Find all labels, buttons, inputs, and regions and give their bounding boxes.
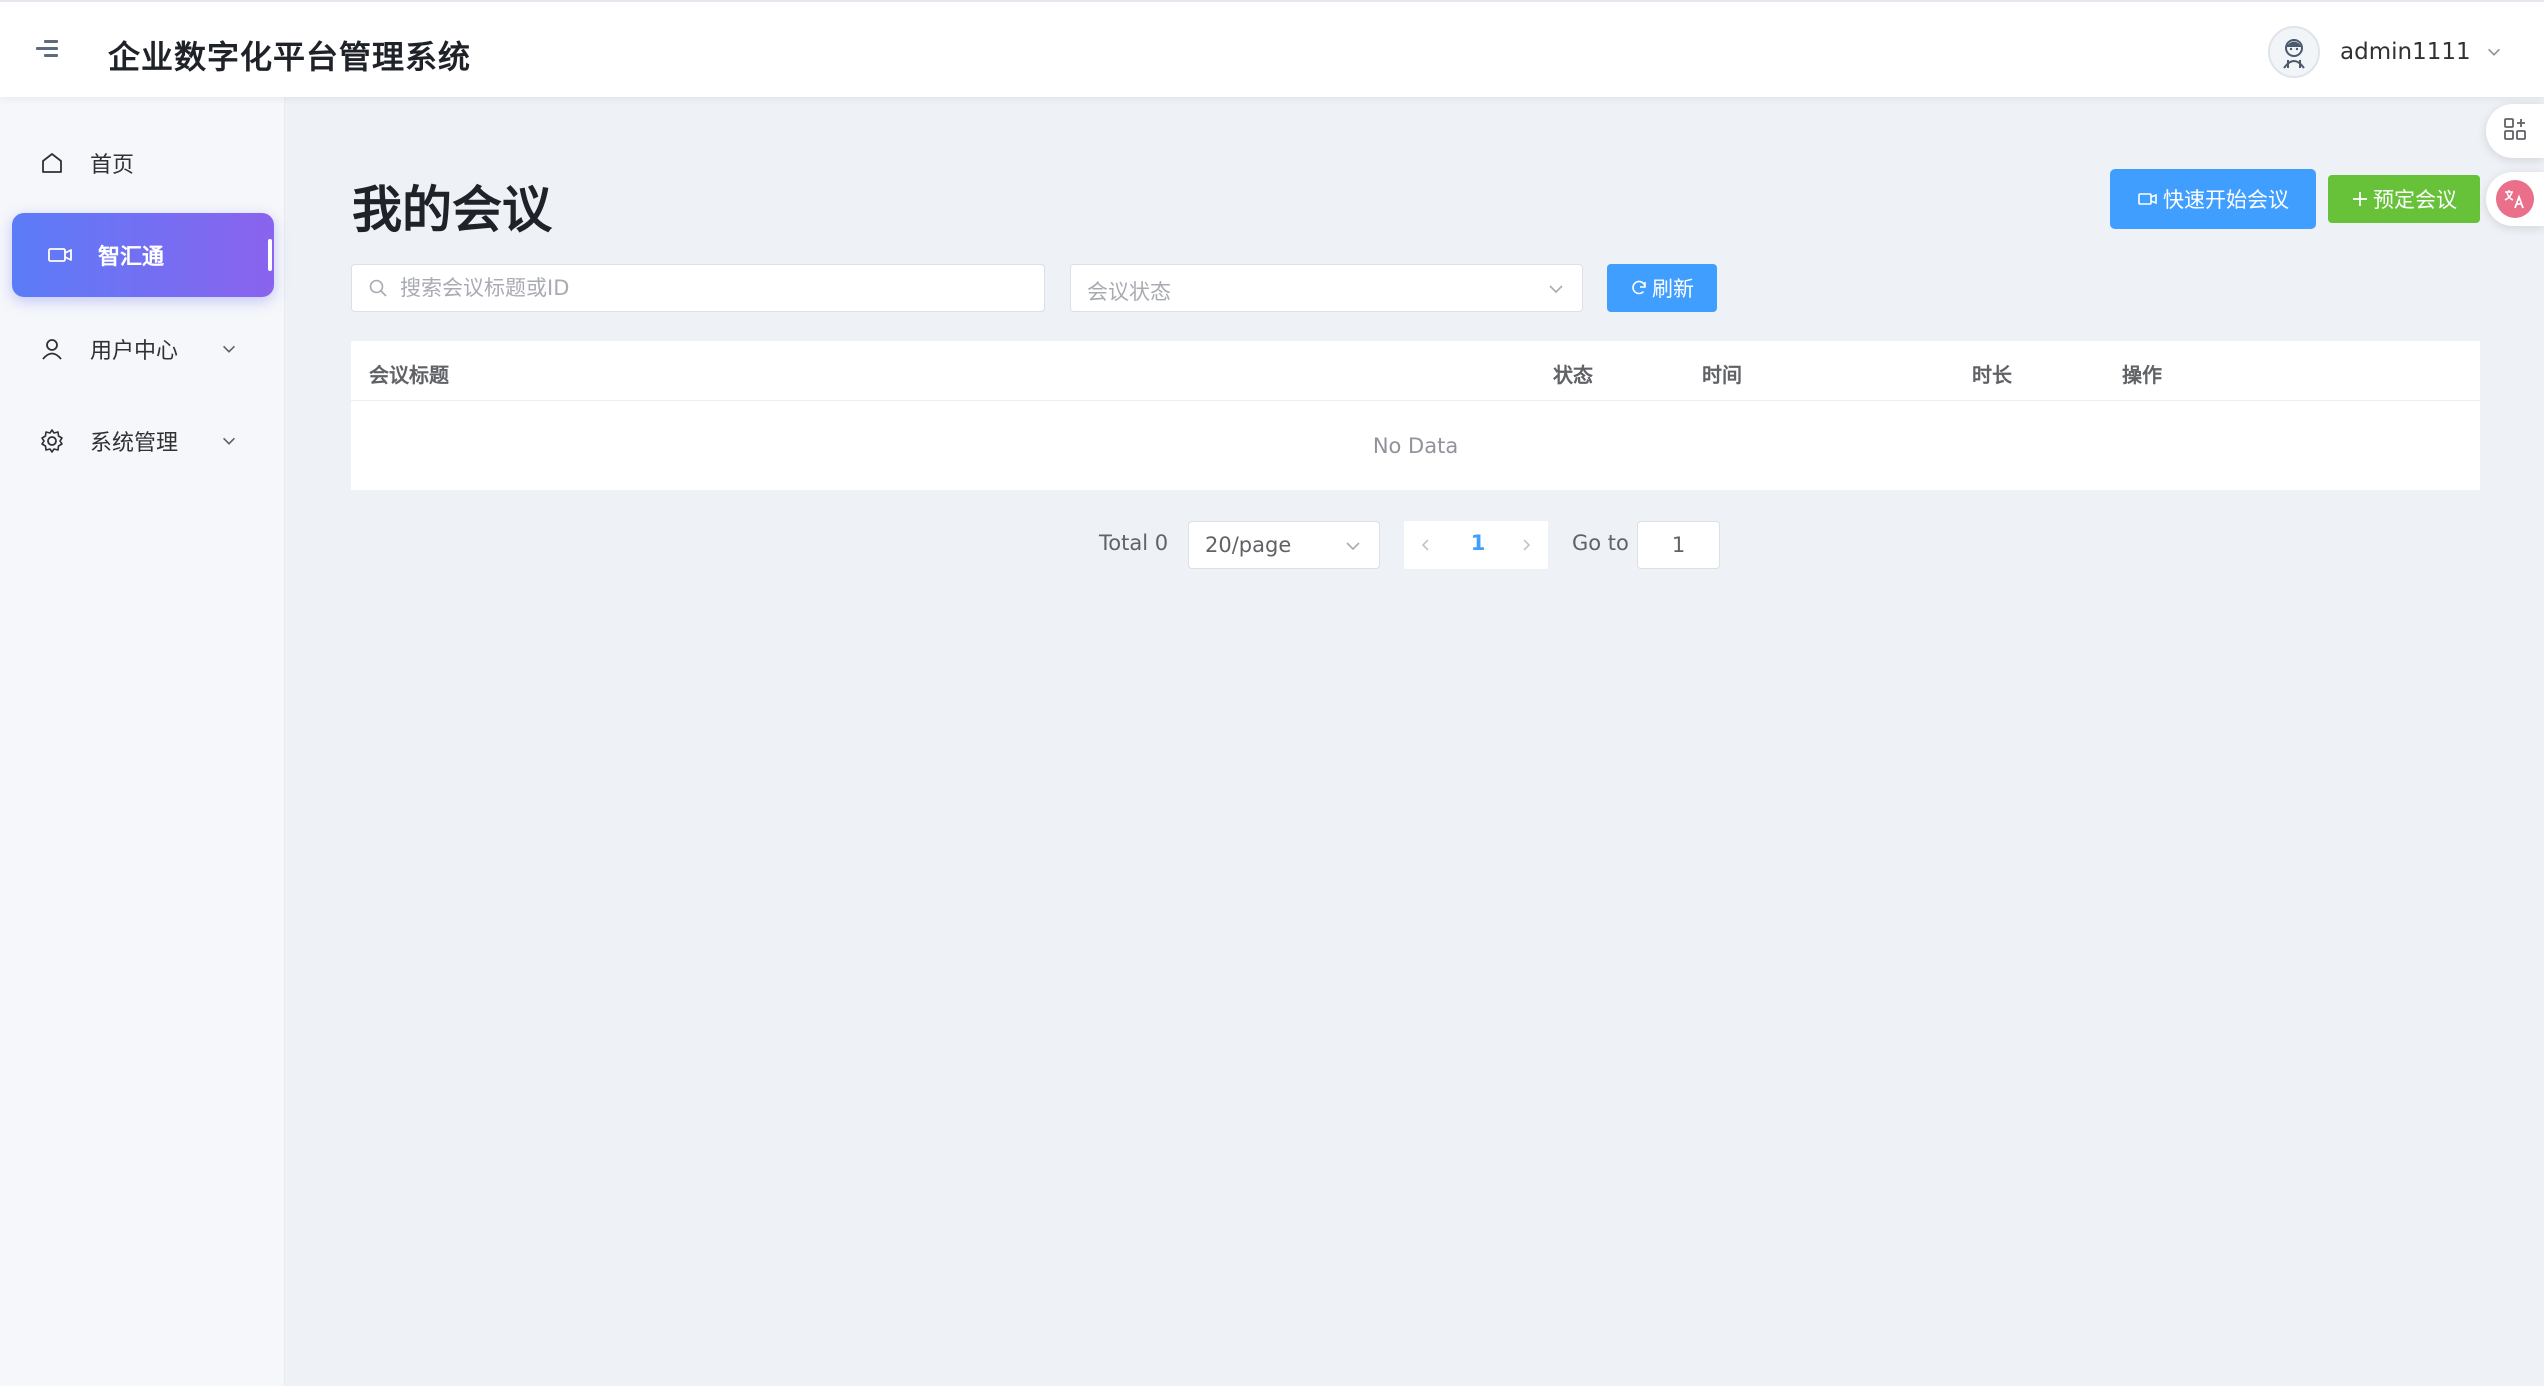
sidebar-item-label: 首页 [90, 153, 135, 178]
quick-start-label: 快速开始会议 [2163, 188, 2289, 212]
book-meeting-button[interactable]: 预定会议 [2328, 175, 2480, 223]
page-size-select[interactable]: 20/page [1188, 521, 1380, 569]
goto-page-input[interactable] [1637, 521, 1720, 569]
refresh-button[interactable]: 刷新 [1607, 264, 1717, 312]
user-menu[interactable]: admin1111 [2268, 26, 2503, 78]
column-header-title: 会议标题 [369, 363, 449, 387]
column-header-actions: 操作 [2122, 363, 2162, 387]
chevron-down-icon [1346, 542, 1360, 551]
chevron-down-icon [223, 345, 235, 353]
column-header-time: 时间 [1702, 363, 1742, 387]
gear-icon [38, 427, 66, 455]
sidebar: 首页 智汇通 用户中心 系统管理 [0, 97, 285, 1386]
floating-translate-button[interactable] [2486, 172, 2544, 226]
avatar[interactable] [2268, 26, 2320, 78]
page-title: 我的会议 [352, 181, 552, 239]
sidebar-item-zhihuitong[interactable]: 智汇通 [12, 213, 274, 297]
page-size-value: 20/page [1205, 533, 1292, 557]
apps-grid-icon [2502, 116, 2528, 146]
avatar-icon [2283, 39, 2305, 69]
status-select-placeholder: 会议状态 [1087, 280, 1171, 304]
active-indicator [268, 239, 272, 271]
meeting-status-select[interactable]: 会议状态 [1070, 264, 1583, 312]
menu-toggle-icon[interactable] [36, 40, 58, 62]
column-header-status: 状态 [1553, 363, 1593, 387]
chevron-down-icon[interactable] [2485, 43, 2503, 61]
search-input[interactable] [351, 264, 1045, 312]
video-camera-icon [2137, 190, 2159, 208]
search-icon [369, 279, 387, 297]
quick-start-meeting-button[interactable]: 快速开始会议 [2110, 169, 2316, 229]
sidebar-item-home[interactable]: 首页 [12, 121, 274, 205]
book-meeting-label: 预定会议 [2373, 188, 2457, 212]
sidebar-item-user-center[interactable]: 用户中心 [12, 307, 274, 391]
username[interactable]: admin1111 [2340, 39, 2471, 65]
translate-icon [2496, 180, 2534, 218]
pagination-pager: 1 [1404, 521, 1548, 569]
top-header: 企业数字化平台管理系统 admin1111 [0, 0, 2544, 97]
meetings-table: 会议标题 状态 时间 时长 操作 No Data [351, 341, 2480, 490]
refresh-icon [1630, 279, 1648, 297]
plus-icon [2351, 190, 2369, 208]
sidebar-item-label: 用户中心 [90, 339, 179, 364]
goto-label: Go to [1572, 531, 1629, 555]
column-header-duration: 时长 [1972, 363, 2012, 387]
table-empty-text: No Data [1372, 433, 1459, 458]
user-icon [38, 335, 66, 363]
video-camera-icon [46, 241, 74, 269]
sidebar-item-label: 系统管理 [90, 431, 179, 456]
chevron-down-icon [1549, 285, 1563, 294]
search-field[interactable] [400, 276, 1020, 300]
chevron-left-icon[interactable] [1416, 535, 1436, 555]
app-title: 企业数字化平台管理系统 [108, 38, 472, 76]
home-icon [38, 149, 66, 177]
floating-apps-button[interactable] [2486, 104, 2544, 158]
table-header: 会议标题 状态 时间 时长 操作 [351, 341, 2480, 401]
chevron-down-icon [223, 437, 235, 445]
pagination-total: Total 0 [1099, 531, 1169, 555]
sidebar-item-system-management[interactable]: 系统管理 [12, 399, 274, 483]
refresh-label: 刷新 [1652, 277, 1694, 301]
page-number-current[interactable]: 1 [1460, 531, 1496, 555]
chevron-right-icon[interactable] [1516, 535, 1536, 555]
sidebar-item-label: 智汇通 [98, 245, 165, 270]
